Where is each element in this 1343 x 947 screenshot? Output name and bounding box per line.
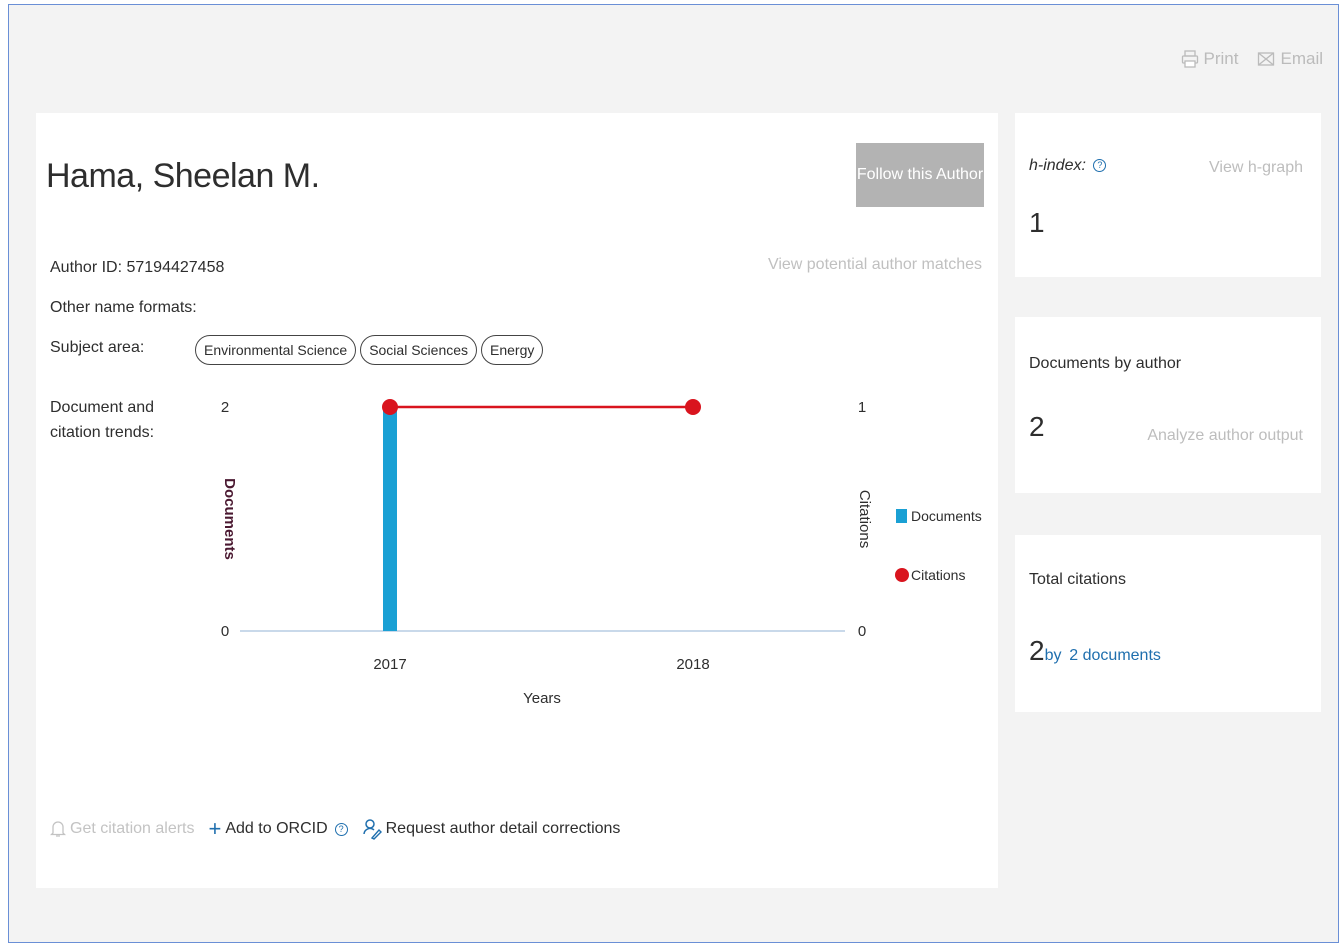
documents-value[interactable]: 2 bbox=[1029, 411, 1045, 443]
y-tick-label: 0 bbox=[221, 623, 229, 640]
add-to-orcid-label: Add to ORCID bbox=[225, 820, 328, 837]
print-label: Print bbox=[1203, 49, 1239, 68]
user-edit-icon bbox=[362, 819, 382, 840]
email-icon bbox=[1258, 52, 1275, 66]
subject-chip[interactable]: Energy bbox=[481, 335, 544, 365]
citations-docs-word: documents bbox=[1082, 647, 1161, 664]
author-name: Hama, Sheelan M. bbox=[46, 157, 320, 195]
y2-axis-label: Citations bbox=[856, 490, 873, 548]
hindex-value: 1 bbox=[1029, 207, 1045, 238]
trends-label: Document and citation trends: bbox=[50, 399, 155, 441]
subject-area-label: Subject area: bbox=[50, 339, 145, 356]
y-tick-label: 2 bbox=[221, 399, 229, 416]
citation-alerts-label: Get citation alerts bbox=[70, 820, 195, 837]
hindex-title: h-index: ? bbox=[1029, 157, 1107, 175]
legend-citations-label: Citations bbox=[911, 567, 965, 583]
subject-area-list: Environmental Science Social Sciences En… bbox=[195, 335, 544, 365]
potential-matches-link[interactable]: View potential author matches bbox=[768, 256, 982, 274]
x-tick-label: 2018 bbox=[676, 656, 709, 673]
other-name-formats-label: Other name formats: bbox=[50, 299, 197, 316]
legend-documents-label: Documents bbox=[911, 508, 982, 524]
top-actions: Print Email bbox=[1180, 49, 1323, 69]
email-button[interactable]: Email bbox=[1256, 49, 1323, 69]
y-axis-label: Documents bbox=[221, 478, 238, 560]
legend-citations-swatch bbox=[895, 568, 909, 582]
hindex-card: h-index: ? View h-graph 1 bbox=[1015, 113, 1321, 277]
citations-by: by bbox=[1044, 647, 1062, 664]
help-icon[interactable]: ? bbox=[334, 822, 348, 836]
x-tick-label: 2017 bbox=[373, 656, 406, 673]
document-citation-chart: 0 2 0 1 Documents Citations Years 2017 2018 Docum… bbox=[221, 399, 982, 707]
documents-title: Documents by author bbox=[1029, 355, 1182, 372]
request-corrections-label: Request author detail corrections bbox=[385, 820, 621, 837]
author-id: Author ID: 57194427458 bbox=[50, 259, 225, 276]
x-axis-label: Years bbox=[523, 690, 561, 707]
y2-tick-label: 0 bbox=[858, 623, 866, 640]
plus-icon: + bbox=[208, 816, 222, 841]
documents-bar bbox=[383, 407, 397, 631]
help-icon[interactable]: ? bbox=[1093, 159, 1107, 173]
follow-author-button[interactable]: Follow this Author bbox=[856, 143, 984, 207]
citations-point bbox=[382, 399, 398, 415]
citations-card: Total citations 2by 2 documents bbox=[1015, 535, 1321, 712]
author-actions: Get citation alerts + Add to ORCID ? Req… bbox=[50, 818, 620, 840]
analyze-output-link[interactable]: Analyze author output bbox=[1147, 427, 1303, 445]
subject-chip[interactable]: Environmental Science bbox=[195, 335, 357, 365]
citations-value: 2 bbox=[1029, 635, 1045, 666]
citations-summary: 2by 2 documents bbox=[1029, 635, 1161, 667]
citations-point bbox=[685, 399, 701, 415]
bell-icon bbox=[50, 821, 66, 837]
documents-card: Documents by author 2 Analyze author out… bbox=[1015, 317, 1321, 493]
citation-alerts-link[interactable]: Get citation alerts bbox=[50, 819, 195, 839]
print-icon bbox=[1181, 50, 1198, 68]
hindex-label: h-index: bbox=[1029, 157, 1086, 174]
legend-documents-swatch bbox=[896, 509, 907, 523]
citations-docs-count: 2 bbox=[1069, 647, 1079, 664]
subject-chip[interactable]: Social Sciences bbox=[360, 335, 478, 365]
add-to-orcid-link[interactable]: + Add to ORCID ? bbox=[208, 816, 348, 841]
print-button[interactable]: Print bbox=[1180, 49, 1239, 69]
request-corrections-link[interactable]: Request author detail corrections bbox=[362, 818, 621, 840]
y2-tick-label: 1 bbox=[858, 399, 866, 416]
view-hgraph-link[interactable]: View h-graph bbox=[1209, 159, 1303, 177]
citations-documents-link[interactable]: 2 documents bbox=[1069, 647, 1161, 664]
email-label: Email bbox=[1280, 49, 1323, 68]
citations-title: Total citations bbox=[1029, 571, 1126, 588]
